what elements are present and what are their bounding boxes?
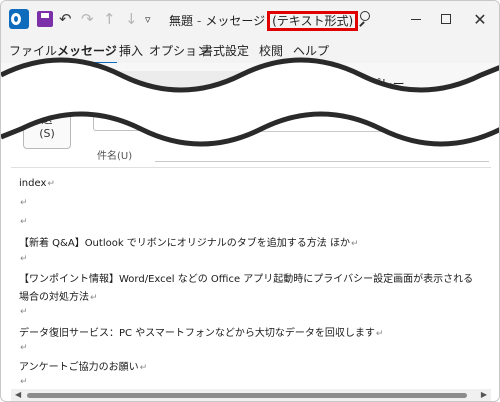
outlook-icon	[9, 9, 29, 29]
body-line: 【新着 Q&A】Outlook でリボンにオリジナルのタブを追加する方法 ほか↵	[19, 238, 359, 249]
body-line: ↵	[20, 343, 28, 353]
horizontal-scrollbar[interactable]: ◀ ▶	[11, 389, 491, 401]
save-icon[interactable]	[37, 11, 53, 27]
body-line: ↵	[20, 217, 28, 227]
body-line: ↵	[20, 198, 28, 208]
outlook-message-window: ↶ ↷ ↑ ↓ ▿ 無題 - メッセージ (テキスト形式) ✕ ファイル メッセージ …	[0, 0, 500, 402]
title-separator: -	[197, 14, 202, 28]
up-arrow-icon[interactable]: ↑	[103, 7, 116, 31]
title-bar: ↶ ↷ ↑ ↓ ▿ 無題 - メッセージ (テキスト形式) ✕	[1, 1, 499, 37]
body-line: ↵	[20, 377, 28, 387]
minimize-button[interactable]	[401, 7, 431, 31]
title-format-highlight: (テキスト形式)	[267, 11, 359, 31]
undo-icon[interactable]: ↶	[59, 7, 72, 31]
body-line: ↵	[20, 307, 28, 317]
wave-divider	[1, 57, 499, 147]
body-line: 場合の対処方法↵	[19, 292, 98, 303]
scrollbar-thumb[interactable]	[27, 393, 467, 398]
body-line: 【ワンポイント情報】Word/Excel などの Office アプリ起動時にプ…	[19, 274, 474, 285]
maximize-button[interactable]	[431, 7, 461, 31]
scroll-right-icon[interactable]: ▶	[481, 390, 487, 399]
title-name: 無題	[169, 14, 194, 28]
down-arrow-icon[interactable]: ↓	[125, 7, 138, 31]
body-line: index↵	[19, 178, 55, 189]
body-line: データ復旧サービス：PC やスマートフォンなどから大切なデータを回収します↵	[19, 328, 384, 339]
subject-field[interactable]	[155, 161, 489, 162]
body-line: ↵	[20, 254, 28, 264]
scroll-left-icon[interactable]: ◀	[15, 390, 21, 399]
close-button[interactable]: ✕	[465, 7, 495, 31]
message-body[interactable]: index↵ ↵ ↵ 【新着 Q&A】Outlook でリボンにオリジナルのタブ…	[11, 167, 491, 389]
title-window-type: メッセージ	[205, 14, 266, 28]
body-line: アンケートご協力のお願い↵	[19, 362, 148, 373]
redo-icon[interactable]: ↷	[81, 7, 94, 31]
customize-toolbar-icon[interactable]: ▿	[145, 7, 151, 31]
window-title: 無題 - メッセージ (テキスト形式)	[169, 11, 359, 31]
search-icon[interactable]	[355, 10, 373, 28]
